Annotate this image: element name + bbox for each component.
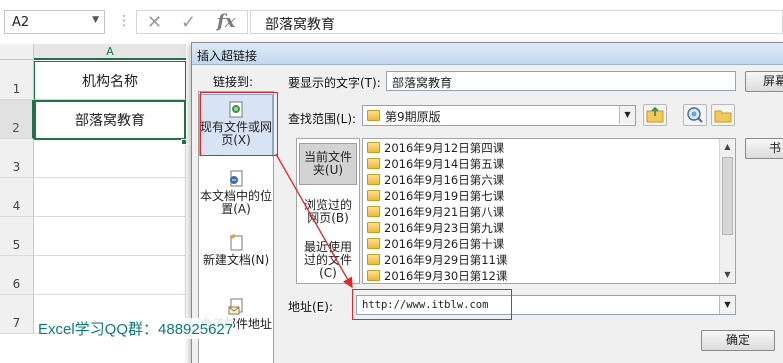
watermark-text: Excel学习QQ群：488925627 (38, 318, 234, 339)
annotation-arrow-icon (275, 153, 353, 289)
